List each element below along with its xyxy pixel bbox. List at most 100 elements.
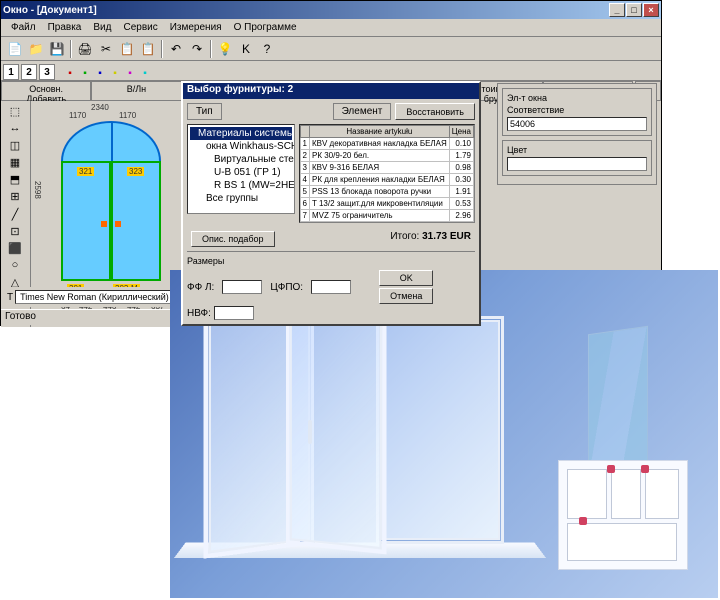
tool-rect[interactable]: ⬚ [3,103,27,119]
menu-about[interactable]: О Программе [228,20,303,35]
dim-top-l: 1170 [69,111,86,120]
door-right: 323 [111,161,161,281]
separator [161,40,163,58]
total-value: 31.73 EUR [422,231,471,242]
cancel-button[interactable]: Отмена [379,288,433,304]
table-row[interactable]: 3КВV 9-316 БЕЛАЯ0.98 [300,162,473,174]
th-price: Цена [449,126,473,138]
door-section: 321 323 [61,161,161,281]
font-select[interactable]: Times New Roman (Кириллический) [15,290,195,304]
mini-icon[interactable]: ▪ [123,66,137,80]
menu-measure[interactable]: Измерения [164,20,228,35]
stab-main[interactable]: Основн. Добавить [1,81,91,100]
dim-top: 2340 [91,103,109,112]
menu-view[interactable]: Вид [87,20,117,35]
mini-icon[interactable]: ▪ [63,66,77,80]
minimize-button[interactable]: _ [609,3,625,17]
menu-file[interactable]: Файл [5,20,42,35]
chamber [611,469,641,519]
tree-item[interactable]: Виртуальные стеклоп-ы [190,153,292,166]
help-icon[interactable]: ? [257,39,277,59]
ffb-input[interactable] [222,280,262,294]
table-row[interactable]: 1КВV декоративная накладка БЕЛАЯ0.10 [300,138,473,150]
code-input[interactable] [507,117,647,131]
seal [607,465,615,473]
redo-icon[interactable]: ↷ [187,39,207,59]
total-label: Итого: [390,231,419,242]
seal [579,517,587,525]
copy-icon[interactable]: 📋 [117,39,137,59]
k-icon[interactable]: K [236,39,256,59]
table-row[interactable]: 2РК 30/9-20 бел.1.79 [300,150,473,162]
tool-fill[interactable]: ⬒ [3,172,27,188]
arch-divider [111,123,113,163]
close-button[interactable]: × [643,3,659,17]
door-label-r: 323 [127,167,144,176]
stab-vln[interactable]: В/Лн [91,81,181,100]
tool-split-v[interactable]: ◫ [3,137,27,153]
th-name: Название artykułu [309,126,449,138]
hardware-table[interactable]: Название artykułuЦена 1КВV декоративная … [299,124,475,223]
table-row[interactable]: 5PSS 13 блокада поворота ручки1.91 [300,186,473,198]
tab-type[interactable]: Тип [187,103,222,120]
tab-3[interactable]: 3 [39,64,55,80]
separator [70,40,72,58]
ufpo-label: ЦФПО: [270,282,303,293]
ufpo-input[interactable] [311,280,351,294]
detail-button[interactable]: Опис. подабор [191,231,275,247]
table-row[interactable]: 7MVZ 75 ограничитель2.96 [300,210,473,222]
rp-group1-label: Эл-т окна [507,93,647,103]
tree-item[interactable]: R BS 1 (MW=2HER 1) GYM-B [190,179,292,192]
photo-window [180,290,530,570]
ok-button[interactable]: OK [379,270,433,286]
font-icon[interactable]: T [7,292,13,303]
new-icon[interactable]: 📄 [5,39,25,59]
titlebar: Окно - [Документ1] _ □ × [1,1,661,19]
mini-icon[interactable]: ▪ [108,66,122,80]
menu-edit[interactable]: Правка [42,20,88,35]
tool-plus[interactable]: ⊞ [3,189,27,205]
tab-1[interactable]: 1 [3,64,19,80]
tool-line[interactable]: ╱ [3,206,27,222]
paste-icon[interactable]: 📋 [138,39,158,59]
tree-root[interactable]: Материалы системы [190,127,292,140]
tree-panel[interactable]: Материалы системы окна Winkhaus-SCHUCO V… [187,124,295,214]
tool-dim[interactable]: ↔ [3,120,27,136]
mini-icon[interactable]: ▪ [78,66,92,80]
color-input[interactable] [507,157,647,171]
main-toolbar: 📄 📁 💾 🖨 ✂ 📋 📋 ↶ ↷ 💡 K ? [1,37,661,61]
tool-sq[interactable]: ⊡ [3,223,27,239]
tab-2[interactable]: 2 [21,64,37,80]
menu-service[interactable]: Сервис [117,20,163,35]
table-row[interactable]: 6T 13/2 защит.для микровентиляции0.53 [300,198,473,210]
mini-icon[interactable]: ▪ [93,66,107,80]
tree-item[interactable]: Все группы [190,192,292,205]
chamber [567,523,677,561]
tool-solid[interactable]: ⬛ [3,240,27,256]
refresh-button[interactable]: Восстановить [395,103,475,120]
tool-circle[interactable]: ○ [3,257,27,273]
right-panel: Эл-т окна Соответствие Цвет [497,83,657,185]
tool-grid[interactable]: ▦ [3,154,27,170]
dim-h: 2598 [33,181,42,199]
nvo-input[interactable] [214,306,254,320]
separator [210,40,212,58]
tree-item[interactable]: U-B 051 (ГР 1) [190,166,292,179]
rp-group2-label: Соответствие [507,105,647,115]
table-row[interactable]: 4РК для крепления накладки БЕЛАЯ0.30 [300,174,473,186]
th-num [300,126,309,138]
maximize-button[interactable]: □ [626,3,642,17]
bulb-icon[interactable]: 💡 [215,39,235,59]
seal [641,465,649,473]
color-label: Цвет [507,145,647,155]
cut-icon[interactable]: ✂ [96,39,116,59]
handle-icon [308,420,312,444]
open-icon[interactable]: 📁 [26,39,46,59]
print-icon[interactable]: 🖨 [75,39,95,59]
mini-icon[interactable]: ▪ [138,66,152,80]
tree-item[interactable]: окна Winkhaus-SCHUCO Variotek [190,140,292,153]
hardware-dialog: Выбор фурнитуры: 2 Тип Элемент Восстанов… [181,81,481,326]
tab-element[interactable]: Элемент [333,103,392,120]
undo-icon[interactable]: ↶ [166,39,186,59]
save-icon[interactable]: 💾 [47,39,67,59]
